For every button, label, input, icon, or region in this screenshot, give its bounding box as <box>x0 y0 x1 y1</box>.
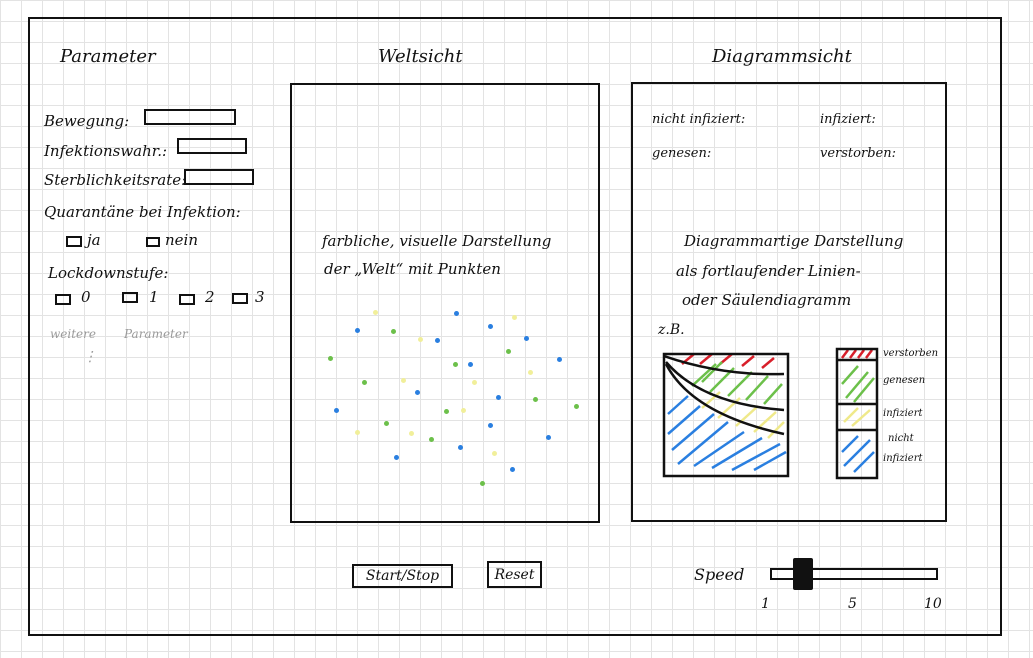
world-point <box>328 356 333 361</box>
infiziert-label: infiziert: <box>820 112 876 127</box>
lockdown-2-checkbox[interactable] <box>179 294 195 305</box>
world-point <box>533 397 538 402</box>
lockdown-1-checkbox[interactable] <box>122 292 138 303</box>
world-point <box>506 349 511 354</box>
world-point <box>492 451 497 456</box>
quarantaene-nein-checkbox[interactable] <box>146 237 160 247</box>
quarantaene-ja-label: ja <box>87 231 101 249</box>
example-area-chart <box>662 352 790 478</box>
sterblichkeit-label: Sterblichkeitsrate: <box>44 171 187 189</box>
world-point <box>429 437 434 442</box>
speed-label: Speed <box>694 565 745 584</box>
world-point <box>401 378 406 383</box>
legend-genesen-label: genesen <box>883 375 926 386</box>
speed-tick-5: 5 <box>848 596 857 612</box>
lockdown-2-label: 2 <box>205 288 215 306</box>
verstorben-label: verstorben: <box>820 146 896 161</box>
diagram-description-line2: als fortlaufender Linien- <box>676 262 861 280</box>
world-point <box>472 380 477 385</box>
world-point <box>488 324 493 329</box>
chart-legend <box>835 347 879 480</box>
speed-slider-thumb[interactable] <box>792 558 813 590</box>
legend-swatch-nicht-infiziert <box>841 435 875 473</box>
world-point <box>373 310 378 315</box>
world-point <box>496 395 501 400</box>
world-point <box>480 481 485 486</box>
world-point <box>461 408 466 413</box>
world-point <box>458 445 463 450</box>
diagram-description-line3: oder Säulendiagramm <box>682 291 852 309</box>
world-point <box>524 336 529 341</box>
world-description-line2: der „Welt“ mit Punkten <box>324 260 501 278</box>
legend-infiziert2-label: infiziert <box>883 453 923 464</box>
quarantaene-nein-label: nein <box>165 231 198 249</box>
parameter-heading: Parameter <box>60 46 156 67</box>
world-point <box>454 311 459 316</box>
world-point <box>391 329 396 334</box>
bewegung-input[interactable] <box>144 109 236 125</box>
world-panel <box>290 83 600 523</box>
world-point <box>488 423 493 428</box>
genesen-label: genesen: <box>652 146 712 161</box>
sterblichkeit-input[interactable] <box>184 169 254 185</box>
world-point <box>409 431 414 436</box>
diagram-heading: Diagrammsicht <box>712 46 852 67</box>
lockdown-3-label: 3 <box>255 288 265 306</box>
legend-swatch-genesen <box>841 365 875 403</box>
legend-nicht-label: nicht <box>888 433 914 444</box>
world-description-line1: farbliche, visuelle Darstellung <box>322 232 552 250</box>
lockdown-3-checkbox[interactable] <box>232 293 248 304</box>
world-point <box>415 390 420 395</box>
world-point <box>418 337 423 342</box>
lockdown-0-label: 0 <box>81 288 91 306</box>
weitere-parameter-label: Parameter <box>124 327 188 341</box>
world-point <box>557 357 562 362</box>
world-point <box>355 328 360 333</box>
zb-label: z.B. <box>658 322 685 338</box>
world-point <box>512 315 517 320</box>
world-point <box>574 404 579 409</box>
weitere-label: weitere <box>50 327 96 341</box>
world-point <box>444 409 449 414</box>
world-point <box>528 370 533 375</box>
reset-button[interactable]: Reset <box>487 561 542 588</box>
start-stop-button[interactable]: Start/Stop <box>352 564 453 588</box>
legend-swatch-verstorben <box>841 349 873 359</box>
quarantaene-label: Quarantäne bei Infektion: <box>44 203 241 221</box>
more-dots-icon: ⋮ <box>83 349 97 365</box>
speed-tick-1: 1 <box>761 596 770 612</box>
diagram-description-line1: Diagrammartige Darstellung <box>684 232 904 250</box>
infektion-input[interactable] <box>177 138 247 154</box>
quarantaene-ja-checkbox[interactable] <box>66 236 82 247</box>
chart-area-nicht-infiziert <box>667 395 787 472</box>
world-point <box>435 338 440 343</box>
infektion-label: Infektionswahr.: <box>44 142 168 160</box>
bewegung-label: Bewegung: <box>44 112 130 130</box>
speed-tick-10: 10 <box>924 596 942 612</box>
legend-infiziert-label: infiziert <box>883 408 923 419</box>
world-point <box>453 362 458 367</box>
lockdown-0-checkbox[interactable] <box>55 294 71 305</box>
legend-verstorben-label: verstorben <box>883 348 939 359</box>
world-point <box>334 408 339 413</box>
nicht-infiziert-label: nicht infiziert: <box>652 112 746 127</box>
world-point <box>394 455 399 460</box>
world-point <box>468 362 473 367</box>
lockdown-1-label: 1 <box>149 288 159 306</box>
legend-swatch-infiziert <box>843 407 871 427</box>
world-point <box>355 430 360 435</box>
world-point <box>546 435 551 440</box>
world-point <box>384 421 389 426</box>
world-point <box>510 467 515 472</box>
world-heading: Weltsicht <box>378 46 463 67</box>
world-point <box>362 380 367 385</box>
lockdown-label: Lockdownstufe: <box>48 264 169 282</box>
